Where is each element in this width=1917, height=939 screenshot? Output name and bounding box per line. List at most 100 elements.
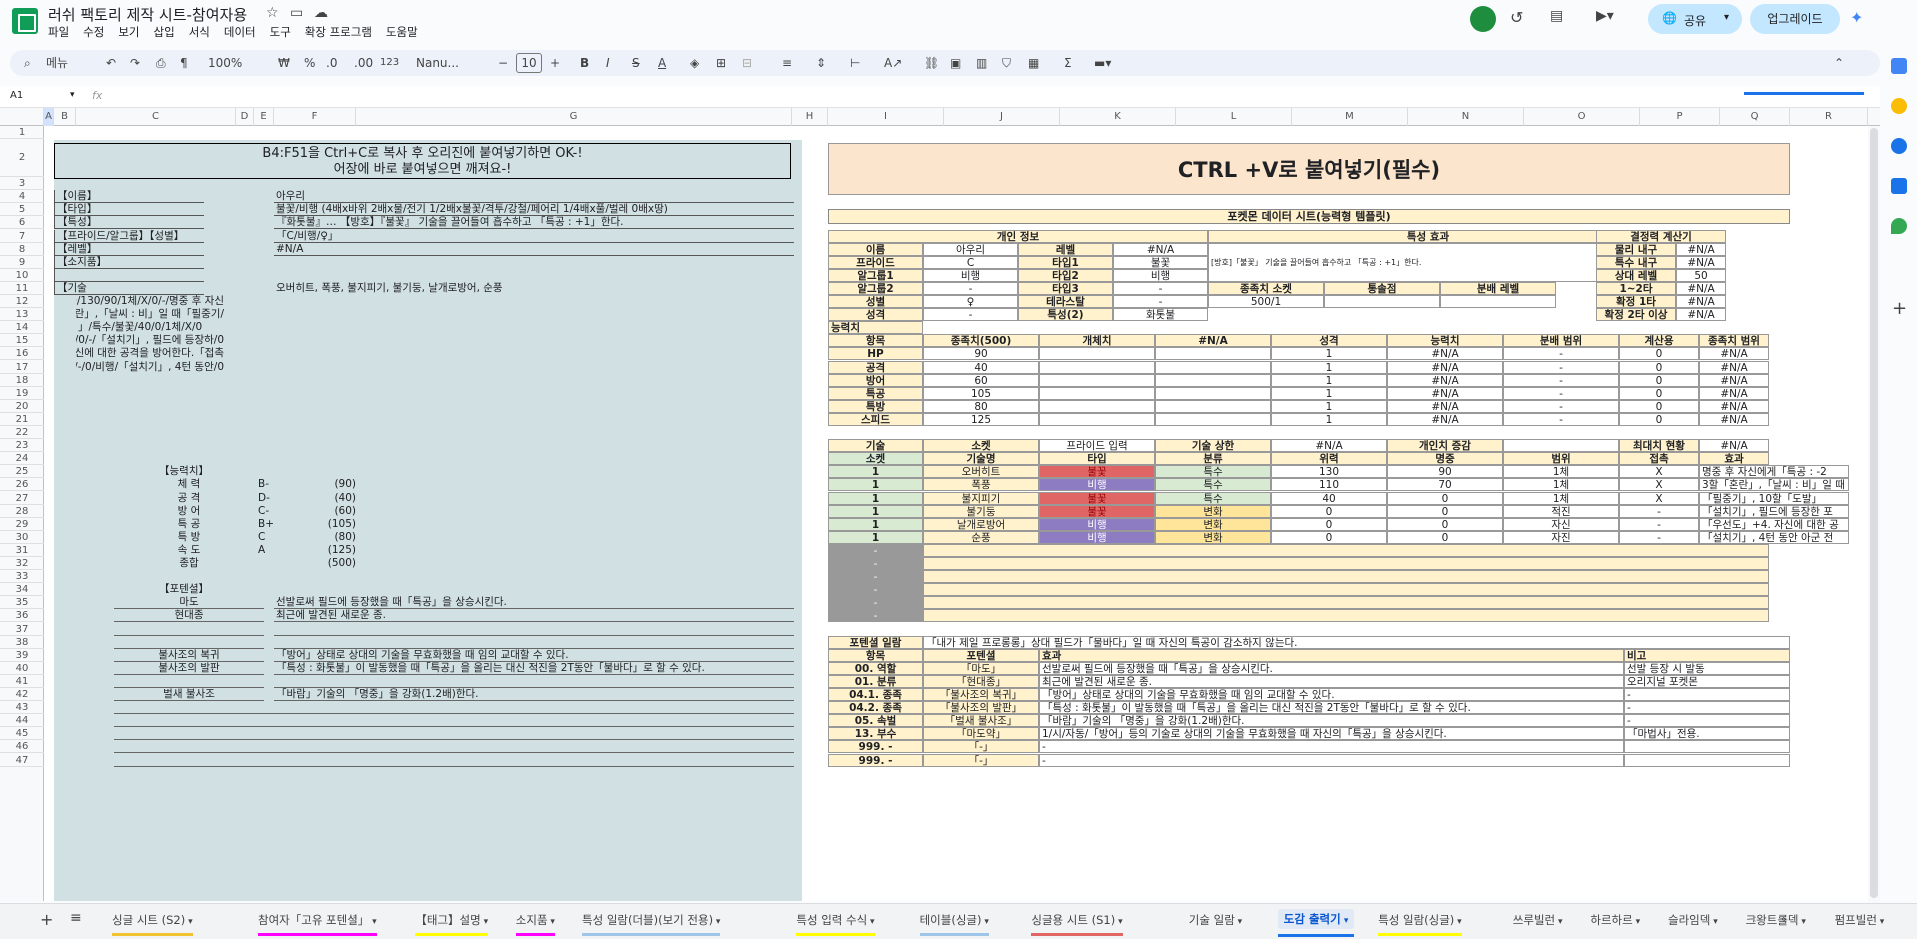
left-skill-fragment[interactable]: 0/자진/-/0/비행/「설치기」, 4턴 동안 <box>76 361 226 374</box>
potential-effect[interactable]: - <box>1039 740 1624 754</box>
row-header-45[interactable]: 45 <box>0 727 44 741</box>
sheet-tab[interactable]: 【태그】설명 ▾ <box>415 912 489 936</box>
menu-tools[interactable]: 도구 <box>270 24 291 40</box>
col-header-j[interactable]: J <box>944 108 1060 126</box>
cloud-status-icon[interactable]: ☁ <box>314 5 328 21</box>
skill-contact[interactable]: - <box>1619 504 1699 518</box>
redo-icon[interactable]: ↷ <box>130 55 140 71</box>
skill-type[interactable]: 불꽃 <box>1039 491 1155 505</box>
skill-class[interactable]: 변화 <box>1155 504 1271 518</box>
left-stat-grade[interactable]: C <box>256 531 286 544</box>
col-header-d[interactable]: D <box>236 108 254 126</box>
skill-header[interactable]: 범위 <box>1503 452 1619 466</box>
row-header-36[interactable]: 36 <box>0 609 44 623</box>
skill-range[interactable]: 자진 <box>1503 530 1619 544</box>
skill-name[interactable]: 불지피기 <box>923 491 1039 505</box>
section-decide[interactable]: 결정력 계산기 <box>1596 229 1726 243</box>
skill-contact[interactable]: - <box>1619 530 1699 544</box>
left-skill-fragment[interactable]: 자신에 대한 공격을 방어한다.「접촉 <box>76 347 226 360</box>
skill-effect[interactable]: 「설치기」, 4턴 동안 아군 전 <box>1699 530 1849 544</box>
row-header-11[interactable]: 11 <box>0 282 44 295</box>
increase-decimal-button[interactable]: .00 <box>354 55 373 71</box>
skill-range[interactable]: 1체 <box>1503 478 1619 492</box>
skill-header[interactable]: 소켓 <box>828 452 923 466</box>
row-header-32[interactable]: 32 <box>0 557 44 571</box>
sheet-tab[interactable]: 펌프빌런 ▾ <box>1835 912 1885 928</box>
align-vertical-icon[interactable]: ⇕ <box>816 55 826 71</box>
potential-header[interactable]: 비고 <box>1624 648 1790 662</box>
stat-name[interactable]: 방어 <box>828 373 923 387</box>
select-all-corner[interactable] <box>0 108 44 126</box>
share-button[interactable]: 🌐 공유 ▾ <box>1648 4 1742 34</box>
tab-menu-icon[interactable]: ▾ <box>1877 917 1885 927</box>
calc-value[interactable]: #N/A <box>1676 242 1726 256</box>
sheet-tab[interactable]: 슬라임덱 ▾ <box>1668 912 1718 928</box>
col-header-c[interactable]: C <box>76 108 236 126</box>
stat-header[interactable]: 종족치(500) <box>923 334 1039 348</box>
row-header-24[interactable]: 24 <box>0 452 44 466</box>
skill-top-header[interactable]: 기술 <box>828 439 923 453</box>
stat-name[interactable]: 스피드 <box>828 412 923 426</box>
left-stat-name[interactable]: 공 격 <box>114 492 264 505</box>
info-value[interactable]: #N/A <box>1113 242 1208 256</box>
stat-iv[interactable] <box>1039 412 1155 426</box>
potential-effect[interactable]: 「방어」상태로 상대의 기술을 무효화했을 때 임의 교대할 수 있다. <box>1039 688 1624 701</box>
stat-iv[interactable] <box>1039 347 1155 361</box>
skill-empty-row[interactable] <box>923 609 1769 623</box>
move-folder-icon[interactable]: ▭ <box>290 5 303 21</box>
stat-header[interactable]: 항목 <box>828 334 923 348</box>
sheet-tab[interactable]: 기술 일람 ▾ <box>1189 912 1242 928</box>
sheet-tab[interactable]: 도감 출력기 ▾ <box>1277 909 1355 937</box>
stat-range[interactable]: - <box>1503 373 1619 387</box>
gemini-icon[interactable]: ✦ <box>1850 8 1863 27</box>
potential-header[interactable]: 포텐셜 <box>923 648 1039 662</box>
section-personal[interactable]: 개인 정보 <box>828 229 1208 243</box>
sheet-tab[interactable]: 하르하르 ▾ <box>1590 912 1640 928</box>
row-header-5[interactable]: 5 <box>0 203 44 217</box>
left-potential-effect[interactable] <box>274 636 794 649</box>
tab-menu-icon[interactable]: ▾ <box>1235 917 1243 927</box>
stat-range[interactable]: - <box>1503 360 1619 374</box>
sheet-tab[interactable]: 특성 입력 수식 ▾ <box>796 912 875 936</box>
left-stat-grade[interactable]: D- <box>256 492 286 505</box>
potential-select[interactable]: 「불사조의 복귀」 <box>923 688 1039 701</box>
document-title[interactable]: 러쉬 팩토리 제작 시트-참여자용 <box>48 4 247 25</box>
upgrade-button[interactable]: 업그레이드 <box>1750 4 1840 34</box>
info-label[interactable]: 성별 <box>828 295 923 308</box>
left-stat-name[interactable]: 방 어 <box>114 505 264 518</box>
print-icon[interactable]: ⎙ <box>156 55 166 71</box>
potential-remark[interactable] <box>1624 753 1790 767</box>
tab-menu-icon[interactable]: ▾ <box>1341 916 1349 926</box>
stat-base[interactable]: 90 <box>923 347 1039 361</box>
skill-power[interactable]: 0 <box>1271 530 1387 544</box>
stat-iv[interactable] <box>1039 360 1155 374</box>
row-header-16[interactable]: 16 <box>0 347 44 361</box>
skill-effect[interactable]: 「우선도」+4. 자신에 대한 공 <box>1699 517 1849 531</box>
calc-label[interactable]: 확정 1타 <box>1596 295 1676 308</box>
row-header-38[interactable]: 38 <box>0 636 44 649</box>
skill-class[interactable]: 특수 <box>1155 491 1271 505</box>
stat-range[interactable]: - <box>1503 347 1619 361</box>
vertical-scrollbar[interactable] <box>1868 126 1880 903</box>
stat-header[interactable]: #N/A <box>1155 334 1271 348</box>
stat-base[interactable]: 80 <box>923 399 1039 413</box>
left-stat-grade[interactable]: B- <box>256 478 286 491</box>
skill-empty-row[interactable] <box>923 570 1769 584</box>
sheet-tab[interactable]: 쓰루빌런 ▾ <box>1513 912 1563 928</box>
sheet-grid[interactable]: B4:F51을 Ctrl+C로 복사 후 오리진에 붙여넣기하면 OK-! 어장… <box>44 126 1880 901</box>
left-potential-effect[interactable] <box>274 623 794 636</box>
skill-name[interactable]: 불기둥 <box>923 504 1039 518</box>
potential-remark[interactable] <box>1624 740 1790 754</box>
species-empty[interactable] <box>1440 295 1556 308</box>
tab-menu-icon[interactable]: ▾ <box>981 917 989 927</box>
filter-views-icon[interactable]: ▦ <box>1028 55 1039 71</box>
row-header-47[interactable]: 47 <box>0 754 44 767</box>
row-header-7[interactable]: 7 <box>0 230 44 243</box>
row-header-8[interactable]: 8 <box>0 243 44 256</box>
stat-calc[interactable]: 0 <box>1619 399 1699 413</box>
stat-calc[interactable]: 0 <box>1619 360 1699 374</box>
left-potential-name[interactable]: 벌새 불사조 <box>114 688 264 701</box>
col-header-p[interactable]: P <box>1640 108 1720 126</box>
skill-type[interactable]: 비행 <box>1039 478 1155 492</box>
skill-socket[interactable]: 1 <box>828 504 923 518</box>
